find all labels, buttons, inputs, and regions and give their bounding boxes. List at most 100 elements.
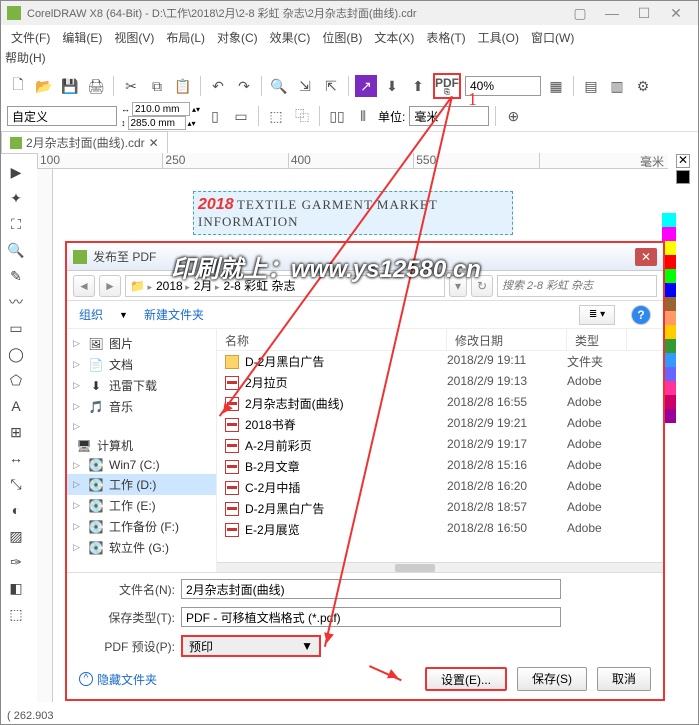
- tool-table[interactable]: ⊞: [5, 421, 27, 443]
- import-icon[interactable]: ⇲: [294, 75, 316, 97]
- new-icon[interactable]: 🗋: [7, 75, 29, 97]
- page-width-input[interactable]: [132, 102, 190, 116]
- launch-icon[interactable]: ↗: [355, 75, 377, 97]
- color-palette[interactable]: ✕: [672, 153, 694, 185]
- tool-rectangle[interactable]: ▭: [5, 317, 27, 339]
- grid-icon[interactable]: ▤: [580, 75, 602, 97]
- scrollbar[interactable]: [217, 562, 663, 572]
- tool-dimension[interactable]: ↔: [5, 447, 27, 469]
- snap-icon[interactable]: ▦: [545, 75, 567, 97]
- menu-table[interactable]: 表格(T): [420, 26, 471, 49]
- cut-icon[interactable]: ✂: [120, 75, 142, 97]
- nav-back-button[interactable]: ◄: [73, 275, 95, 297]
- minimize-button[interactable]: —: [596, 5, 628, 21]
- tree-node[interactable]: ▷💽工作 (E:): [67, 495, 216, 516]
- undo-icon[interactable]: ↶: [207, 75, 229, 97]
- save-button[interactable]: 保存(S): [517, 667, 587, 691]
- tool-fill[interactable]: ◧: [5, 577, 27, 599]
- publish-pdf-button[interactable]: PDF⎘: [433, 73, 461, 99]
- tree-node[interactable]: 🖥计算机: [67, 435, 216, 456]
- filename-input[interactable]: [181, 579, 561, 599]
- settings-button[interactable]: 设置(E)...: [425, 667, 507, 691]
- page-height-input[interactable]: [128, 116, 186, 130]
- menu-help[interactable]: 帮助(H): [5, 51, 46, 65]
- pdf-preset-select[interactable]: 预印▼: [181, 635, 321, 657]
- new-folder-button[interactable]: 新建文件夹: [144, 306, 204, 323]
- file-list[interactable]: D-2月黑白广告2018/2/9 19:11文件夹2月拉页2018/2/9 19…: [217, 351, 663, 562]
- align-icon[interactable]: ▯▯: [326, 105, 348, 127]
- tree-node[interactable]: ▷💽工作备份 (F:): [67, 516, 216, 537]
- cancel-button[interactable]: 取消: [597, 667, 651, 691]
- document-tab[interactable]: 2月杂志封面(曲线).cdr ✕: [1, 131, 168, 154]
- tree-node[interactable]: ▷💽工作 (D:): [67, 474, 216, 495]
- file-row[interactable]: E-2月展览2018/2/8 16:50Adobe: [217, 519, 663, 540]
- search-icon[interactable]: 🔍: [268, 75, 290, 97]
- tool-text[interactable]: A: [5, 395, 27, 417]
- tool-pick[interactable]: ▶: [5, 161, 27, 183]
- tool-shape[interactable]: ✦: [5, 187, 27, 209]
- file-row[interactable]: A-2月前彩页2018/2/9 19:17Adobe: [217, 435, 663, 456]
- page-icon[interactable]: ⬚: [265, 105, 287, 127]
- file-row[interactable]: C-2月中插2018/2/8 16:20Adobe: [217, 477, 663, 498]
- options-icon[interactable]: ⚙: [632, 75, 654, 97]
- folder-tree[interactable]: ▷🖼图片▷📄文档▷⬇迅雷下载▷🎵音乐▷🖥计算机▷💽Win7 (C:)▷💽工作 (…: [67, 329, 217, 572]
- export-icon[interactable]: ⇱: [320, 75, 342, 97]
- down-icon[interactable]: ⬇: [381, 75, 403, 97]
- copy-icon[interactable]: ⧉: [146, 75, 168, 97]
- tool-crop[interactable]: ⛶: [5, 213, 27, 235]
- tab-close-icon[interactable]: ✕: [149, 136, 159, 150]
- view-mode-button[interactable]: ≣ ▾: [579, 305, 615, 325]
- file-row[interactable]: 2月杂志封面(曲线)2018/2/8 16:55Adobe: [217, 393, 663, 414]
- organize-button[interactable]: 组织: [79, 306, 103, 323]
- file-row[interactable]: D-2月黑白广告2018/2/9 19:11文件夹: [217, 351, 663, 372]
- menu-window[interactable]: 窗口(W): [525, 26, 580, 49]
- tree-node[interactable]: ▷📄文档: [67, 354, 216, 375]
- tool-transparency[interactable]: ▨: [5, 525, 27, 547]
- add-icon[interactable]: ⊕: [502, 105, 524, 127]
- menu-view[interactable]: 视图(V): [108, 26, 160, 49]
- menu-object[interactable]: 对象(C): [211, 26, 264, 49]
- menu-file[interactable]: 文件(F): [5, 26, 56, 49]
- dialog-close-button[interactable]: ✕: [635, 248, 657, 266]
- landscape-icon[interactable]: ▭: [230, 105, 252, 127]
- tree-node[interactable]: ▷💽Win7 (C:): [67, 456, 216, 474]
- child-max-icon[interactable]: ▢: [564, 5, 596, 22]
- tool-eyedropper[interactable]: ✑: [5, 551, 27, 573]
- portrait-icon[interactable]: ▯: [204, 105, 226, 127]
- tool-outline[interactable]: ⬚: [5, 603, 27, 625]
- file-row[interactable]: D-2月黑白广告2018/2/8 18:57Adobe: [217, 498, 663, 519]
- menu-bitmap[interactable]: 位图(B): [316, 26, 368, 49]
- close-button[interactable]: ✕: [660, 5, 692, 22]
- tree-node[interactable]: ▷: [67, 417, 216, 435]
- file-row[interactable]: 2018书脊2018/2/9 19:21Adobe: [217, 414, 663, 435]
- nav-forward-button[interactable]: ►: [99, 275, 121, 297]
- distribute-icon[interactable]: ⫴: [352, 105, 374, 127]
- redo-icon[interactable]: ↷: [233, 75, 255, 97]
- tool-artistic[interactable]: 〰: [5, 291, 27, 313]
- search-input[interactable]: [497, 275, 657, 297]
- tool-ellipse[interactable]: ◯: [5, 343, 27, 365]
- file-row[interactable]: B-2月文章2018/2/8 15:16Adobe: [217, 456, 663, 477]
- tool-freehand[interactable]: ✎: [5, 265, 27, 287]
- hide-folders-link[interactable]: ^隐藏文件夹: [79, 671, 157, 688]
- help-button[interactable]: ?: [631, 305, 651, 325]
- file-list-header[interactable]: 名称 修改日期 类型: [217, 329, 663, 351]
- print-icon[interactable]: 🖨: [85, 75, 107, 97]
- file-row[interactable]: 2月拉页2018/2/9 19:13Adobe: [217, 372, 663, 393]
- menu-tools[interactable]: 工具(O): [472, 26, 525, 49]
- guides-icon[interactable]: ▥: [606, 75, 628, 97]
- paste-icon[interactable]: 📋: [172, 75, 194, 97]
- tree-node[interactable]: ▷⬇迅雷下载: [67, 375, 216, 396]
- open-icon[interactable]: 📂: [33, 75, 55, 97]
- tool-zoom[interactable]: 🔍: [5, 239, 27, 261]
- menu-text[interactable]: 文本(X): [368, 26, 420, 49]
- maximize-button[interactable]: ☐: [628, 5, 660, 22]
- tool-connector[interactable]: ⤡: [5, 473, 27, 495]
- menu-layout[interactable]: 布局(L): [160, 26, 211, 49]
- menu-edit[interactable]: 编辑(E): [56, 26, 108, 49]
- page-preset-select[interactable]: [7, 106, 117, 126]
- filetype-select[interactable]: [181, 607, 561, 627]
- tree-node[interactable]: ▷🖼图片: [67, 333, 216, 354]
- pages-icon[interactable]: ⿻: [291, 105, 313, 127]
- tool-dropshadow[interactable]: ◐: [5, 499, 27, 521]
